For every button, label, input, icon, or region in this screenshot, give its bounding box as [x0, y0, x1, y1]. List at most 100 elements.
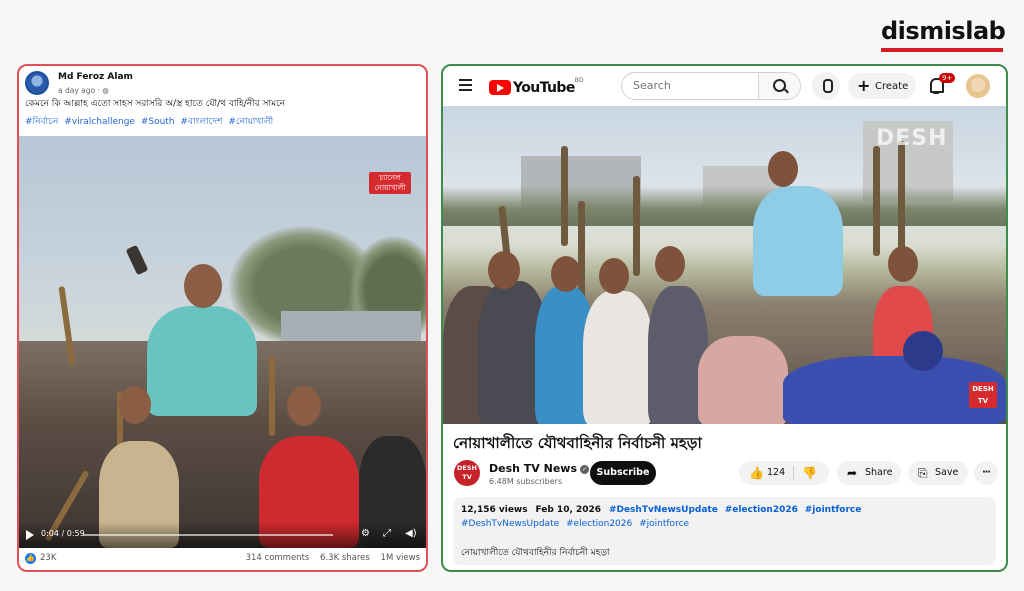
hashtag-link[interactable]: #DeshTvNewsUpdate [461, 519, 559, 529]
reaction-count[interactable]: 23K [40, 553, 56, 563]
post-meta: a day ago · ◍ [58, 86, 109, 95]
bookmark-icon: ⎘ [918, 466, 928, 480]
person-head [287, 386, 321, 426]
search-icon[interactable] [758, 73, 800, 99]
youtube-logo[interactable]: YouTubeBD [489, 77, 583, 96]
upload-date: Feb 10, 2026 [535, 505, 602, 515]
comments-count[interactable]: 314 comments [246, 553, 310, 563]
brand-name: dismislab [881, 17, 1006, 45]
search-input[interactable] [633, 79, 753, 92]
volume-icon[interactable]: ◀) [405, 528, 417, 539]
person-head [184, 264, 222, 308]
subscribe-button[interactable]: Subscribe [590, 461, 656, 485]
post-header: Md Feroz Alam a day ago · ◍ [25, 71, 420, 101]
post-footer: 👍 23K 314 comments 6.3K shares 1M views [19, 548, 426, 570]
hockey-stick [269, 356, 275, 436]
person-head [551, 256, 581, 292]
youtube-page-card: YouTubeBD + Create 9+ [441, 64, 1008, 572]
video-time: 0:04 / 0:59 [41, 529, 85, 538]
person-head [768, 151, 798, 187]
youtube-logo-text: YouTube [513, 79, 575, 96]
hockey-stick [898, 141, 905, 261]
brand-underline [881, 48, 1003, 52]
person [583, 291, 653, 424]
facebook-post-card: Md Feroz Alam a day ago · ◍ কেমনে কি আল্… [17, 64, 428, 572]
video-player[interactable]: চ্যানেল নোয়াখালী 0:04 / 0:59 ⚙ ⤢ ◀) [19, 136, 426, 548]
hashtag-link[interactable]: #DeshTvNewsUpdate [609, 505, 718, 515]
person-raised [753, 186, 843, 296]
hashtag-link[interactable]: #election2026 [725, 505, 798, 515]
hashtag-link[interactable]: #বাংলাদেশ [180, 117, 222, 127]
post-stats: 314 comments 6.3K shares 1M views [238, 553, 420, 563]
video-progress-bar[interactable] [83, 534, 333, 536]
channel-corner-logo: DESH TV [969, 382, 997, 408]
hockey-stick [633, 176, 640, 276]
more-options-icon[interactable]: ··· [974, 461, 998, 485]
post-caption: কেমনে কি আল্লাহ এতো সাহস সরাসরি অ/স্ত্র … [25, 99, 286, 109]
channel-watermark: DESH [876, 126, 948, 151]
hashtag-link[interactable]: #নোয়াখালী [228, 117, 273, 127]
person-head [888, 246, 918, 282]
person-raised [147, 306, 257, 416]
save-label: Save [935, 467, 959, 478]
share-button[interactable]: ➦ Share [837, 461, 901, 485]
region-code: BD [574, 77, 584, 84]
save-button[interactable]: ⎘ Save [908, 461, 968, 485]
person-head [903, 331, 943, 371]
video-controls: 0:04 / 0:59 ⚙ ⤢ ◀) [19, 522, 426, 548]
description-text: নোয়াখালীতে যৌথবাহিনীর নির্বাচনী মহড়া [461, 548, 610, 558]
thumbs-down-icon[interactable]: 👎 [802, 461, 817, 485]
dismislab-logo: dismislab [881, 17, 1006, 52]
hamburger-menu-icon[interactable] [459, 79, 472, 94]
description-hashtags: #DeshTvNewsUpdate #election2026 #jointfo… [461, 519, 693, 529]
youtube-top-bar: YouTubeBD + Create 9+ [443, 66, 1006, 106]
create-label: Create [875, 81, 909, 92]
post-hashtags: #নির্বাচন #viralchallenge #South #বাংলাদ… [25, 116, 420, 128]
hockey-stick [561, 146, 568, 246]
like-count[interactable]: 124 [767, 461, 785, 485]
plus-icon: + [857, 76, 871, 95]
channel-name[interactable]: Desh TV News ✓ [489, 462, 590, 475]
video-player[interactable]: DESH DESH TV [443, 106, 1006, 424]
hashtag-link[interactable]: #নির্বাচন [25, 117, 58, 127]
view-count: 12,156 views [461, 505, 528, 515]
description-box[interactable]: 12,156 views Feb 10, 2026 #DeshTvNewsUpd… [453, 497, 996, 565]
channel-name-text: Desh TV News [489, 462, 578, 475]
account-avatar[interactable] [966, 74, 990, 98]
person-head [119, 386, 151, 424]
shares-count[interactable]: 6.3K shares [320, 553, 370, 563]
views-count: 1M views [380, 553, 420, 563]
fullscreen-icon[interactable]: ⤢ [383, 528, 391, 539]
divider [793, 466, 794, 480]
channel-avatar[interactable]: DESH TV [454, 460, 480, 486]
share-icon: ➦ [847, 466, 858, 480]
tree-line [443, 186, 1006, 226]
gun [125, 244, 149, 276]
person [698, 336, 788, 424]
like-dislike-group: 👍 124 👎 [739, 461, 829, 485]
search-box [621, 72, 801, 100]
thumbs-up-icon[interactable]: 👍 [749, 461, 764, 485]
hashtag-link[interactable]: #viralchallenge [64, 117, 135, 127]
hashtag-link[interactable]: #election2026 [566, 519, 632, 529]
description-meta: 12,156 views Feb 10, 2026 #DeshTvNewsUpd… [461, 505, 865, 515]
verified-icon: ✓ [580, 464, 590, 474]
video-title: নোয়াখালীতে যৌথবাহিনীর নির্বাচনী মহড়া [453, 434, 702, 452]
hashtag-link[interactable]: #South [141, 117, 175, 127]
like-reaction-icon[interactable]: 👍 [25, 553, 36, 564]
person-head [488, 251, 520, 289]
create-button[interactable]: + Create [848, 73, 916, 99]
hashtag-link[interactable]: #jointforce [639, 519, 689, 529]
youtube-play-icon [489, 80, 511, 95]
post-time[interactable]: a day ago [58, 86, 95, 95]
author-name[interactable]: Md Feroz Alam [58, 72, 133, 82]
hockey-stick [873, 146, 880, 256]
notification-badge: 9+ [939, 73, 956, 83]
play-icon[interactable] [26, 530, 34, 540]
share-label: Share [865, 467, 893, 478]
author-avatar[interactable] [25, 71, 49, 95]
settings-icon[interactable]: ⚙ [361, 528, 370, 539]
microphone-icon[interactable] [812, 72, 840, 100]
hashtag-link[interactable]: #jointforce [805, 505, 862, 515]
person-head [655, 246, 685, 282]
